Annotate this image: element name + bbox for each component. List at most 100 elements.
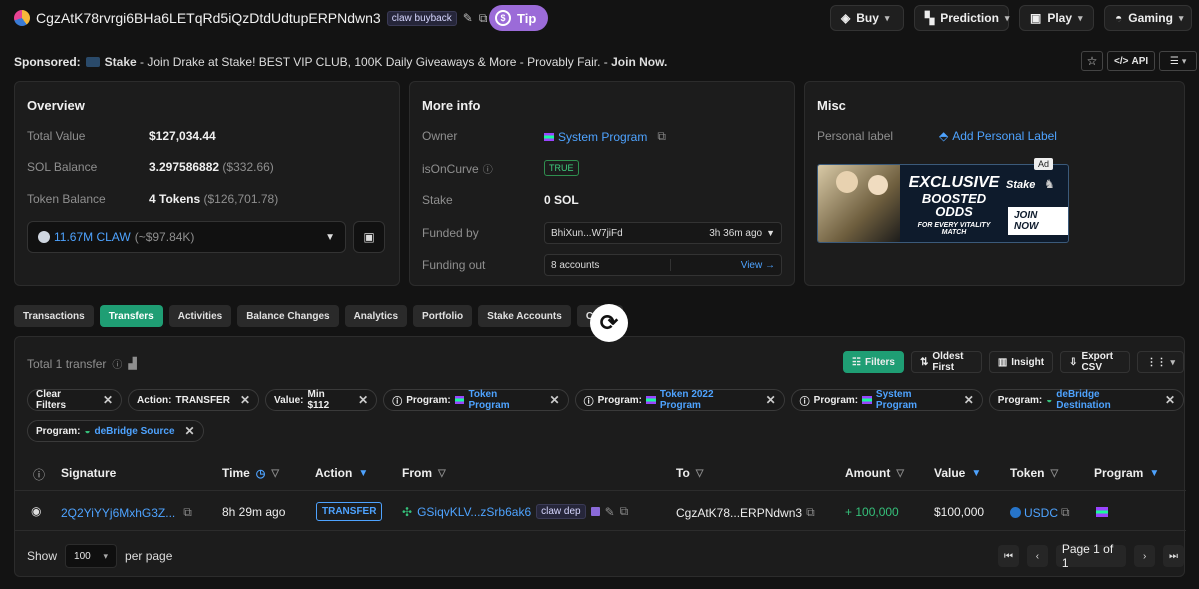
tip-button[interactable]: $ Tip [489, 5, 549, 31]
oncurve-label-wrap: isOnCurve ⓘ [422, 161, 493, 177]
filter-pill-debridge-destination[interactable]: Program: ◒ deBridge Destination ✕ [988, 389, 1185, 411]
tab-portfolio[interactable]: Portfolio [413, 305, 473, 327]
column-token[interactable]: Token ▽ [1010, 466, 1058, 480]
sponsored-cta-link[interactable]: Join Now. [611, 55, 667, 69]
filter-pill-action[interactable]: Action: TRANSFER ✕ [128, 389, 260, 411]
stake-value: 0 SOL [544, 193, 579, 207]
clock-icon[interactable]: ◷ [256, 467, 266, 480]
copy-icon[interactable]: ⧉ [806, 505, 815, 520]
funded-by-box[interactable]: BhiXun...W7jiFd 3h 36m ago ▼ [544, 222, 782, 244]
ad-copy: EXCLUSIVE BOOSTED ODDS FOR EVERY VITALIT… [906, 174, 1002, 237]
filter-icon[interactable]: ▽ [896, 468, 904, 479]
calendar-button[interactable]: ▣ [353, 221, 385, 253]
filters-button[interactable]: ☷ Filters [843, 351, 904, 373]
sponsored-brand[interactable]: Stake [105, 55, 137, 69]
prev-page-button[interactable]: ‹ [1026, 545, 1048, 567]
close-icon[interactable]: ✕ [1165, 393, 1175, 407]
filter-pill-token-program[interactable]: ⓘ Program: Token Program ✕ [383, 389, 569, 411]
from-link[interactable]: GSiqvKLV...zSrb6ak6 [417, 505, 531, 519]
page-size-select[interactable]: 100 ▾ [65, 544, 118, 568]
filter-icon[interactable]: ▼ [358, 468, 368, 479]
solana-icon [862, 396, 872, 404]
token-link[interactable]: USDC [1024, 506, 1058, 520]
export-csv-button[interactable]: ⇩ Export CSV [1060, 351, 1131, 373]
column-program[interactable]: Program ▼ [1094, 466, 1159, 480]
filter-icon[interactable]: ▽ [1050, 468, 1058, 479]
nav-buy-button[interactable]: ◈ Buy ▾ [830, 5, 904, 31]
copy-icon[interactable]: ⧉ [620, 504, 629, 519]
ad-player-head [868, 175, 888, 195]
edit-icon[interactable]: ✎ [463, 11, 473, 25]
filter-pill-system-program[interactable]: ⓘ Program: System Program ✕ [790, 389, 983, 411]
close-icon[interactable]: ✕ [964, 393, 974, 407]
prediction-icon: ▚ [925, 11, 935, 25]
overview-title: Overview [27, 98, 85, 113]
next-page-button[interactable]: › [1134, 545, 1156, 567]
star-icon[interactable]: ☆ [1081, 51, 1103, 71]
header-address-bar: CgzAtK78rvrgi6BHa6LETqRd5iQzDtdUdtupERPN… [14, 8, 522, 28]
nav-play-button[interactable]: ▣ Play ▾ [1019, 5, 1094, 31]
tab-balance-changes[interactable]: Balance Changes [237, 305, 339, 327]
column-to[interactable]: To ▽ [676, 466, 703, 480]
column-value[interactable]: Value ▼ [934, 466, 981, 480]
filter-icon[interactable]: ▼ [971, 468, 981, 479]
column-action[interactable]: Action ▼ [315, 466, 368, 480]
token-balance-label: Token Balance [27, 192, 106, 206]
oldest-first-button[interactable]: ⇅ Oldest First [910, 351, 982, 373]
tab-activities[interactable]: Activities [168, 305, 232, 327]
close-icon[interactable]: ✕ [240, 393, 250, 407]
close-icon[interactable]: ✕ [185, 424, 195, 438]
close-icon[interactable]: ✕ [766, 393, 776, 407]
filter-icon[interactable]: ▽ [438, 468, 446, 479]
top-nav: ◈ Buy ▾ ▚ Prediction ▾ ▣ Play ▾ ◓ Gaming… [830, 5, 1192, 31]
filter-icon[interactable]: ▽ [271, 468, 279, 479]
chart-icon[interactable]: ▟ [128, 357, 136, 370]
solana-program-icon[interactable] [1096, 507, 1108, 517]
edit-icon[interactable]: ✎ [605, 505, 615, 519]
owner-link[interactable]: System Program [558, 130, 647, 144]
layout-menu-button[interactable]: ☰ ▾ [1159, 51, 1198, 71]
token-select[interactable]: 11.67M CLAW (~$97.84K) ▼ [27, 221, 346, 253]
clear-filters-button[interactable]: Clear Filters ✕ [27, 389, 123, 411]
eye-icon[interactable]: ◉ [31, 504, 41, 518]
tip-label: Tip [517, 10, 537, 26]
funded-by-address[interactable]: BhiXun...W7jiFd [551, 228, 623, 239]
insight-button[interactable]: ▥ Insight [988, 351, 1054, 373]
first-page-button[interactable]: ⏮ [998, 545, 1019, 567]
tag-icon: ⬘ [939, 129, 949, 143]
amount-cell: + 100,000 [845, 505, 899, 519]
filter-pill-debridge-source[interactable]: Program: ◒ deBridge Source ✕ [27, 420, 204, 442]
column-time[interactable]: Time ◷ ▽ [222, 466, 279, 480]
column-amount[interactable]: Amount ▽ [845, 466, 904, 480]
funding-out-view-link[interactable]: View → [741, 260, 775, 271]
tab-stake-accounts[interactable]: Stake Accounts [478, 305, 571, 327]
api-button[interactable]: </> API [1107, 51, 1156, 71]
sol-balance: 3.297586882 ($332.66) [149, 160, 274, 174]
filter-pill-token-2022-program[interactable]: ⓘ Program: Token 2022 Program ✕ [574, 389, 785, 411]
refresh-icon[interactable]: ⟳ [590, 304, 628, 342]
signature-link[interactable]: 2Q2YiYYj6MxhG3Z... [61, 506, 175, 520]
nav-gaming-button[interactable]: ◓ Gaming ▾ [1104, 5, 1192, 31]
filter-pill-value[interactable]: Value: Min $112 ✕ [265, 389, 378, 411]
last-page-button[interactable]: ⏭ [1163, 545, 1184, 567]
filter-icon[interactable]: ▽ [696, 468, 704, 479]
tab-transfers[interactable]: Transfers [99, 305, 163, 327]
pagination: ⏮ ‹ Page 1 of 1 › ⏭ [998, 542, 1184, 570]
ad-banner[interactable]: EXCLUSIVE BOOSTED ODDS FOR EVERY VITALIT… [817, 164, 1069, 243]
oncurve-badge-wrap: TRUE [544, 160, 579, 176]
claw-token-icon [38, 231, 50, 243]
copy-icon[interactable]: ⧉ [183, 505, 192, 520]
tab-analytics[interactable]: Analytics [344, 305, 408, 327]
copy-icon[interactable]: ⧉ [479, 11, 488, 26]
close-icon[interactable]: ✕ [358, 393, 368, 407]
columns-menu-button[interactable]: ⋮⋮ ▾ [1137, 351, 1184, 373]
copy-icon[interactable]: ⧉ [1061, 505, 1070, 520]
close-icon[interactable]: ✕ [550, 393, 560, 407]
add-personal-label-button[interactable]: ⬘ Add Personal Label [939, 129, 1057, 143]
filter-icon[interactable]: ▼ [1149, 468, 1159, 479]
filter-value: Token 2022 Program [659, 389, 714, 411]
column-from[interactable]: From ▽ [402, 466, 446, 480]
nav-prediction-button[interactable]: ▚ Prediction ▾ [914, 5, 1009, 31]
tab-transactions[interactable]: Transactions [14, 305, 94, 327]
copy-icon[interactable]: ⧉ [657, 129, 666, 144]
